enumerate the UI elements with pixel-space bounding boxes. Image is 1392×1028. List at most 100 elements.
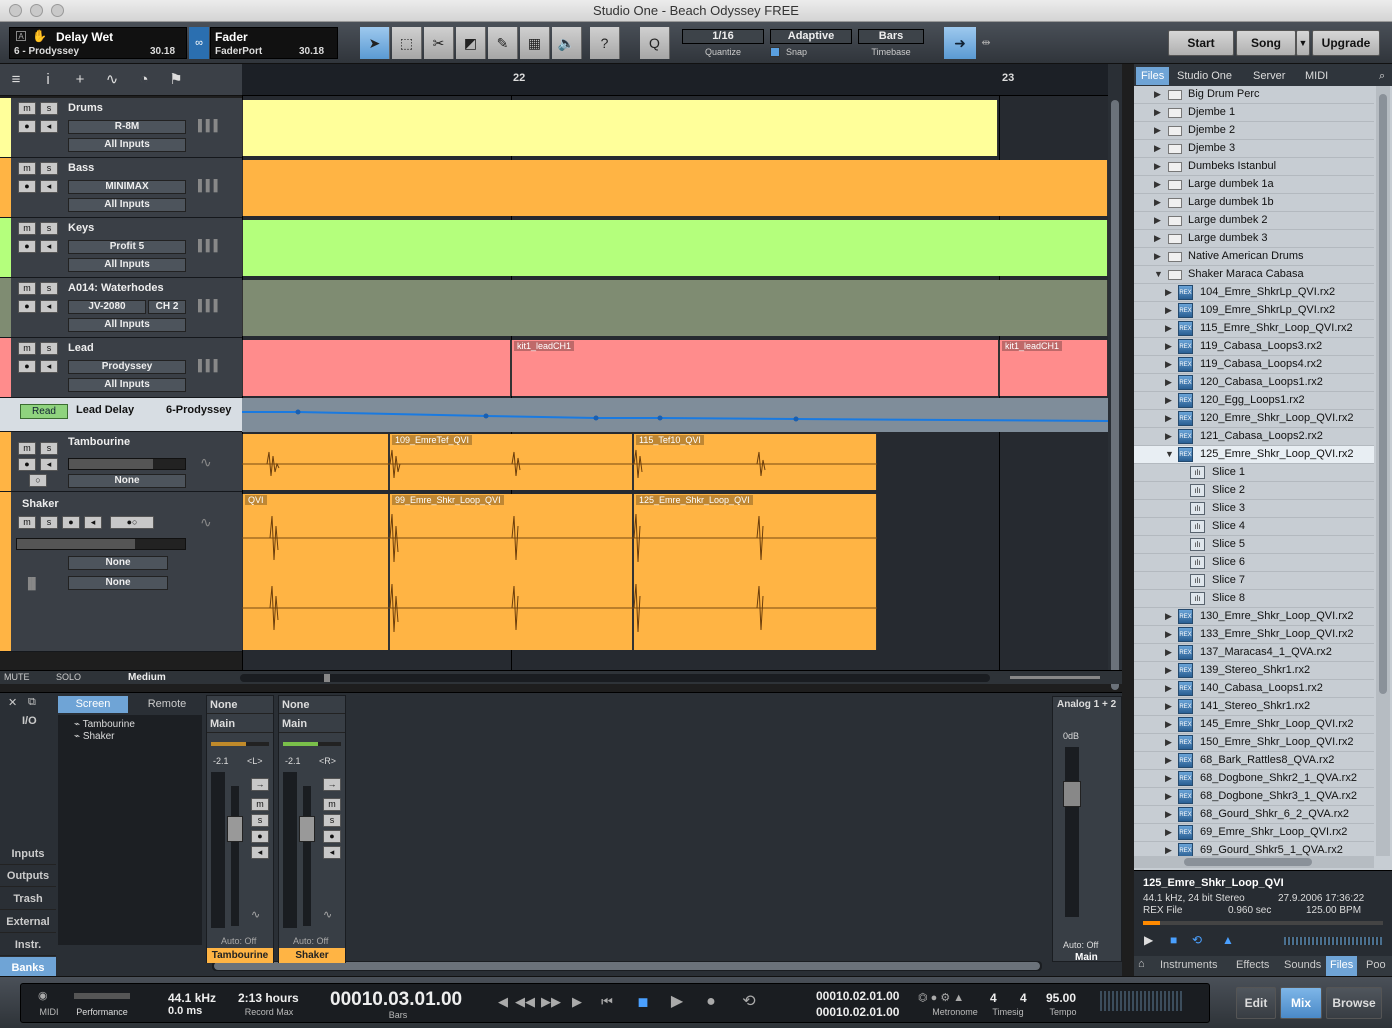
browser-item[interactable]: ▶ REX 139_Stereo_Shkr1.rx2 <box>1134 662 1374 680</box>
follow-playback-icon[interactable]: ➜ <box>944 27 976 59</box>
record-arm-button[interactable]: ● <box>251 830 269 843</box>
track-input-select[interactable]: None <box>68 556 168 570</box>
upgrade-button[interactable]: Upgrade <box>1312 30 1380 56</box>
pan-slider[interactable] <box>211 742 269 746</box>
monitor-button[interactable]: ◂ <box>251 846 269 859</box>
outputs-button[interactable]: Outputs <box>0 865 56 887</box>
chevron-right-icon[interactable]: ▶ <box>1165 284 1172 301</box>
track-solo-button[interactable]: s <box>40 516 58 529</box>
split-tool-icon[interactable]: ✂ <box>424 27 454 59</box>
snap-select[interactable]: Adaptive <box>770 29 852 44</box>
midi-clip[interactable]: kit1_leadCH1 <box>999 340 1108 396</box>
solo-button[interactable]: s <box>251 814 269 827</box>
browser-item[interactable]: ▶ REX 145_Emre_Shkr_Loop_QVI.rx2 <box>1134 716 1374 734</box>
track-mute-button[interactable]: m <box>18 342 36 355</box>
forward-icon[interactable]: ▶ <box>566 991 588 1013</box>
play-icon[interactable]: ▶ <box>1144 933 1153 947</box>
fast-forward-icon[interactable]: ▶▶ <box>540 991 562 1013</box>
chevron-right-icon[interactable]: ▶ <box>1165 752 1172 769</box>
trash-button[interactable]: Trash <box>0 888 56 910</box>
chevron-right-icon[interactable]: ▶ <box>1165 788 1172 805</box>
track-record-button[interactable]: ● <box>18 360 36 373</box>
automation-mode-button[interactable]: Read <box>20 404 68 419</box>
browser-item[interactable]: ▶ REX 133_Emre_Shkr_Loop_QVI.rx2 <box>1134 626 1374 644</box>
insert-arrow-icon[interactable]: → <box>323 778 341 791</box>
vertical-scrollbar[interactable] <box>1108 64 1122 690</box>
strip-output-select[interactable]: Main <box>279 715 345 733</box>
midi-clip[interactable] <box>242 220 1108 276</box>
midi-clip[interactable] <box>242 160 1108 216</box>
chevron-right-icon[interactable]: ▶ <box>1165 680 1172 697</box>
metronome-settings-icon[interactable]: ⏣ ● ⚙ ▲ <box>918 991 964 1004</box>
mute-tool-icon[interactable]: ▦ <box>520 27 550 59</box>
browser-item[interactable]: ▶ Big Drum Perc <box>1134 86 1374 104</box>
control-link-box[interactable]: Fader FaderPort 30.18 <box>210 27 338 59</box>
chevron-right-icon[interactable]: ▶ <box>1154 140 1161 157</box>
record-arm-button[interactable]: ● <box>323 830 341 843</box>
track-monitor-button[interactable]: ◂ <box>84 516 102 529</box>
track-monitor-button[interactable]: ◂ <box>40 360 58 373</box>
timesig-denominator[interactable]: 4 <box>1020 991 1027 1005</box>
browser-item[interactable]: ılı Slice 6 <box>1134 554 1374 572</box>
search-icon[interactable]: ⌕ <box>1374 67 1390 85</box>
chevron-right-icon[interactable]: ▶ <box>1154 194 1161 211</box>
close-window-button[interactable] <box>9 4 22 17</box>
track-solo-button[interactable]: s <box>40 282 58 295</box>
strip-automation[interactable]: Auto: Off <box>221 936 256 946</box>
strip-output-select[interactable]: Main <box>207 715 273 733</box>
chevron-right-icon[interactable]: ▶ <box>1165 428 1172 445</box>
chevron-right-icon[interactable]: ▶ <box>1165 374 1172 391</box>
midi-clip[interactable] <box>242 340 511 396</box>
track-output-select[interactable]: None <box>68 576 168 590</box>
chevron-right-icon[interactable]: ▶ <box>1165 302 1172 319</box>
chevron-right-icon[interactable]: ▶ <box>1165 662 1172 679</box>
chevron-right-icon[interactable]: ▶ <box>1165 320 1172 337</box>
browser-item[interactable]: ▶ REX 150_Emre_Shkr_Loop_QVI.rx2 <box>1134 734 1374 752</box>
browser-item[interactable]: ▶ REX 69_Gourd_Shkr5_1_QVA.rx2 <box>1134 842 1374 856</box>
track-record-button[interactable]: ● <box>18 120 36 133</box>
browser-item[interactable]: ▶ Large dumbek 1a <box>1134 176 1374 194</box>
track-input-select[interactable]: All Inputs <box>68 318 186 332</box>
play-button[interactable]: ▶ <box>666 991 688 1013</box>
autoscroll-icon[interactable]: ⇹ <box>978 27 994 59</box>
main-automation[interactable]: Auto: Off <box>1063 940 1098 950</box>
track-header[interactable]: Bass m s ● ◂ MINIMAX All Inputs ▌▌▌ <box>0 158 242 218</box>
record-button[interactable]: ● <box>700 991 722 1013</box>
arrow-tool-icon[interactable]: ➤ <box>360 27 390 59</box>
position-display[interactable]: 00010.03.01.00 <box>330 989 462 1011</box>
chevron-right-icon[interactable]: ▶ <box>1165 356 1172 373</box>
preview-progress[interactable] <box>1143 921 1383 925</box>
browser-item[interactable]: ılı Slice 4 <box>1134 518 1374 536</box>
track-volume-slider[interactable] <box>16 538 186 550</box>
quantize-select[interactable]: 1/16 <box>682 29 764 44</box>
browser-item[interactable]: ▶ REX 68_Dogbone_Shkr3_1_QVA.rx2 <box>1134 788 1374 806</box>
channel-fader[interactable] <box>227 816 243 842</box>
track-record-button[interactable]: ● <box>62 516 80 529</box>
track-input-select[interactable]: All Inputs <box>68 198 186 212</box>
track-monitor-button[interactable]: ◂ <box>40 300 58 313</box>
track-record-button[interactable]: ● <box>18 240 36 253</box>
tab-screen[interactable]: Screen <box>58 696 128 713</box>
track-solo-button[interactable]: s <box>40 342 58 355</box>
track-instrument-select[interactable]: Prodyssey <box>68 360 186 374</box>
track-output-select[interactable]: None <box>68 474 186 488</box>
browser-item[interactable]: ▶ REX 137_Maracas4_1_QVA.rx2 <box>1134 644 1374 662</box>
chevron-right-icon[interactable]: ▶ <box>1165 608 1172 625</box>
track-timebase-button[interactable]: ●○ <box>110 516 154 529</box>
midi-clip[interactable] <box>242 100 998 156</box>
chevron-right-icon[interactable]: ▶ <box>1165 644 1172 661</box>
tab-effects[interactable]: Effects <box>1236 959 1269 971</box>
browser-item[interactable]: ▶ REX 115_Emre_Shkr_Loop_QVI.rx2 <box>1134 320 1374 338</box>
strip-input-select[interactable]: None <box>279 696 345 714</box>
monitor-button[interactable]: ◂ <box>323 846 341 859</box>
chevron-right-icon[interactable]: ▶ <box>1154 230 1161 247</box>
link-icon[interactable]: ∞ <box>189 27 209 59</box>
minimize-window-button[interactable] <box>30 4 43 17</box>
marker-flag-icon[interactable]: ⚑ <box>166 70 186 90</box>
track-monitor-button[interactable]: ◂ <box>40 180 58 193</box>
chevron-right-icon[interactable]: ▶ <box>1154 104 1161 121</box>
eraser-tool-icon[interactable]: ◩ <box>456 27 486 59</box>
browser-item[interactable]: ılı Slice 1 <box>1134 464 1374 482</box>
horizontal-scrollbar[interactable] <box>240 674 990 682</box>
track-header-shaker[interactable]: Shaker m s ● ◂ ●○ None None ∿ ▐▌ <box>0 492 242 652</box>
